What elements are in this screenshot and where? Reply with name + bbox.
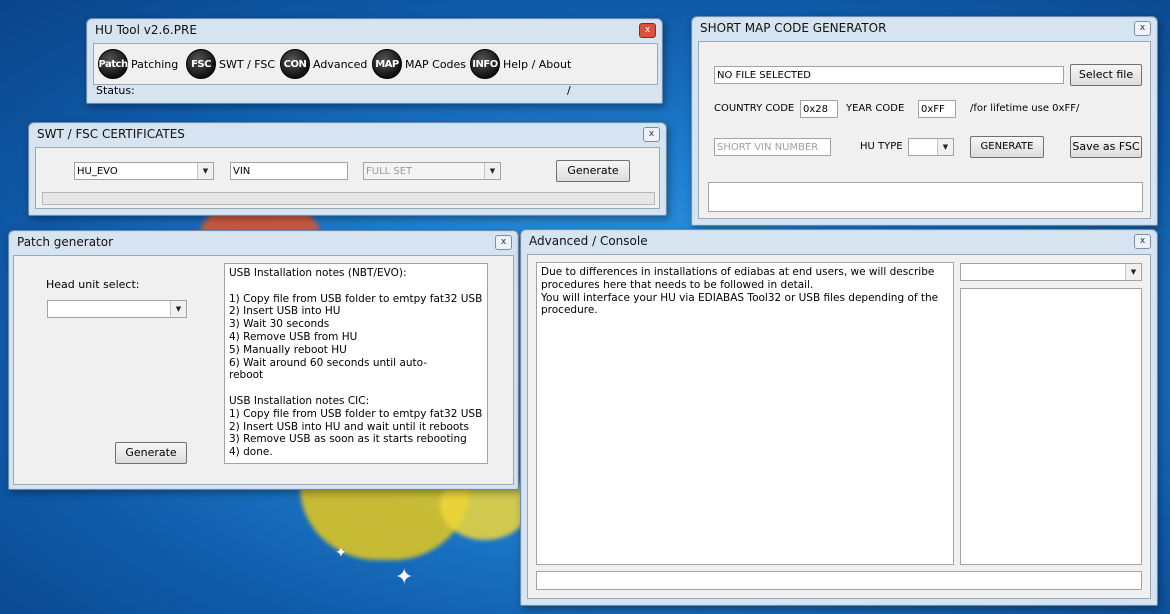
wallpaper-sparkle: ✦ xyxy=(335,545,347,561)
status-label: Status: xyxy=(96,84,135,97)
map-code-generator-window: SHORT MAP CODE GENERATOR x NO FILE SELEC… xyxy=(691,16,1158,226)
advanced-console-close-button[interactable]: x xyxy=(1134,234,1151,249)
map-code-panel: NO FILE SELECTED Select file COUNTRY COD… xyxy=(698,41,1151,219)
advanced-console-panel: Due to differences in installations of e… xyxy=(527,254,1151,599)
console-info-text[interactable]: Due to differences in installations of e… xyxy=(536,262,954,565)
swt-generate-button[interactable]: Generate xyxy=(556,160,630,182)
procedure-select[interactable]: ▼ xyxy=(960,263,1142,281)
console-input[interactable] xyxy=(536,571,1142,590)
toolbar-swt-fsc-button[interactable]: FSC SWT / FSC xyxy=(186,49,275,79)
country-code-input[interactable]: 0x28 xyxy=(800,100,838,118)
usb-notes-text[interactable]: USB Installation notes (NBT/EVO): 1) Cop… xyxy=(224,263,488,464)
toolbar-patching-button[interactable]: Patch Patching xyxy=(98,49,178,79)
map-generate-button[interactable]: GENERATE xyxy=(970,136,1044,158)
swt-progress-bar xyxy=(42,192,655,205)
map-icon: MAP xyxy=(372,49,402,79)
patch-generator-panel: Head unit select: ▼ Generate USB Install… xyxy=(13,255,514,485)
map-code-close-button[interactable]: x xyxy=(1134,21,1151,36)
chevron-down-icon: ▼ xyxy=(170,301,186,317)
chevron-down-icon: ▼ xyxy=(937,139,953,155)
hu-tool-window: HU Tool v2.6.PRE x Patch Patching FSC SW… xyxy=(86,18,663,104)
chevron-down-icon: ▼ xyxy=(1125,264,1141,280)
head-unit-select[interactable]: ▼ xyxy=(47,300,187,318)
lifetime-note: /for lifetime use 0xFF/ xyxy=(970,103,1080,114)
patch-generate-button[interactable]: Generate xyxy=(115,442,187,464)
map-code-output xyxy=(708,182,1143,212)
toolbar-advanced-button[interactable]: CON Advanced xyxy=(280,49,367,79)
country-code-label: COUNTRY CODE xyxy=(714,103,795,114)
vin-input[interactable]: VIN xyxy=(230,162,348,180)
swt-fsc-title: SWT / FSC CERTIFICATES xyxy=(37,127,185,141)
year-code-label: YEAR CODE xyxy=(846,103,905,114)
save-as-fsc-button[interactable]: Save as FSC xyxy=(1070,136,1142,158)
patch-icon: Patch xyxy=(98,49,128,79)
chevron-down-icon: ▼ xyxy=(197,163,213,179)
advanced-console-window: Advanced / Console x Due to differences … xyxy=(520,229,1158,606)
map-code-title: SHORT MAP CODE GENERATOR xyxy=(700,21,887,35)
chevron-down-icon: ▼ xyxy=(484,163,500,179)
fsc-icon: FSC xyxy=(186,49,216,79)
procedure-list[interactable] xyxy=(960,288,1142,565)
hu-type-select[interactable]: ▼ xyxy=(908,138,954,156)
hu-tool-toolbar: Patch Patching FSC SWT / FSC CON Advance… xyxy=(93,43,658,85)
swt-fsc-panel: HU_EVO ▼ VIN FULL SET ▼ Generate xyxy=(35,147,660,209)
model-select[interactable]: HU_EVO ▼ xyxy=(74,162,214,180)
hu-type-label: HU TYPE xyxy=(860,141,903,152)
patch-generator-title: Patch generator xyxy=(17,235,114,249)
wallpaper-sparkle: ✦ xyxy=(395,565,414,590)
hu-tool-close-button[interactable]: x xyxy=(639,23,656,38)
swt-fsc-window: SWT / FSC CERTIFICATES x HU_EVO ▼ VIN FU… xyxy=(28,122,667,216)
head-unit-label: Head unit select: xyxy=(46,278,140,291)
set-select[interactable]: FULL SET ▼ xyxy=(363,162,501,180)
toolbar-help-about-button[interactable]: INFO Help / About xyxy=(470,49,571,79)
advanced-console-title: Advanced / Console xyxy=(529,234,648,248)
con-icon: CON xyxy=(280,49,310,79)
swt-fsc-close-button[interactable]: x xyxy=(643,127,660,142)
select-file-button[interactable]: Select file xyxy=(1070,64,1142,86)
short-vin-input[interactable]: SHORT VIN NUMBER xyxy=(714,138,831,156)
hu-tool-title: HU Tool v2.6.PRE xyxy=(95,23,197,37)
info-icon: INFO xyxy=(470,49,500,79)
file-path-field: NO FILE SELECTED xyxy=(714,66,1064,84)
patch-generator-window: Patch generator x Head unit select: ▼ Ge… xyxy=(8,230,519,490)
toolbar-map-codes-button[interactable]: MAP MAP Codes xyxy=(372,49,466,79)
status-separator: / xyxy=(567,84,571,97)
patch-generator-close-button[interactable]: x xyxy=(495,235,512,250)
year-code-input[interactable]: 0xFF xyxy=(918,100,956,118)
